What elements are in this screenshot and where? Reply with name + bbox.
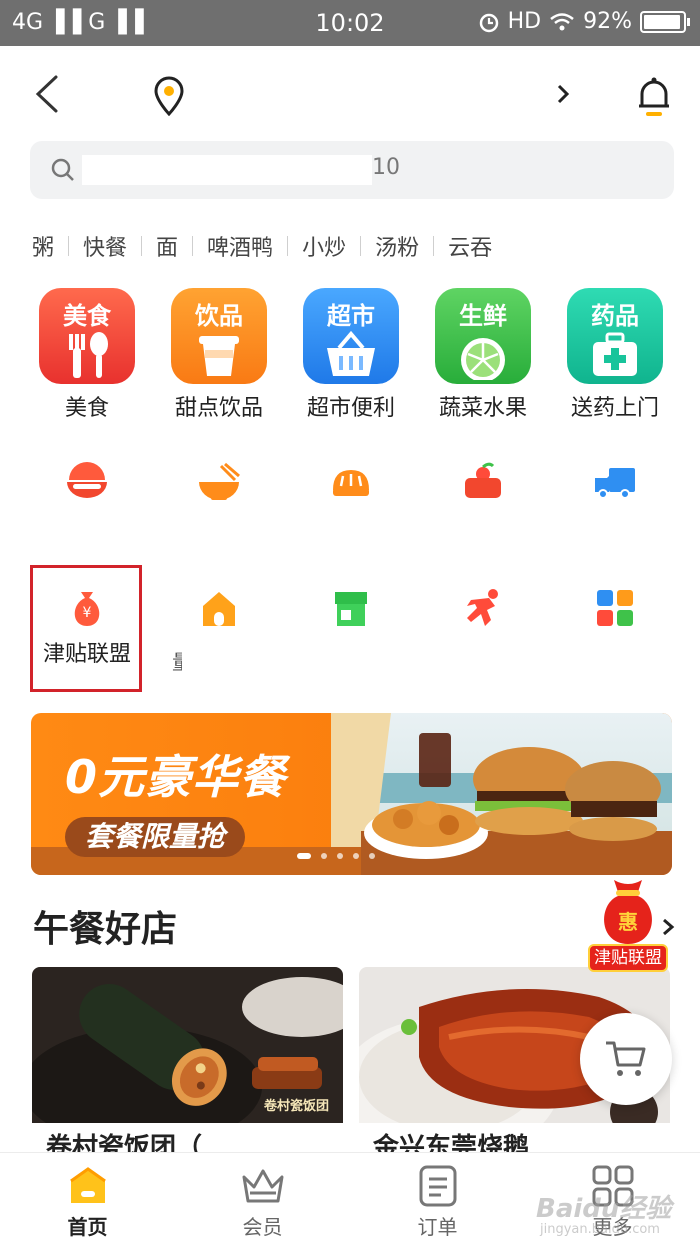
app-header <box>0 46 700 138</box>
category-label: 美食 <box>64 396 109 421</box>
search-redaction <box>82 155 372 185</box>
rice-bowl-icon <box>67 462 107 498</box>
section-title: 午餐好店 <box>33 909 178 950</box>
hot-keywords: 粥 快餐 面 啤酒鸭 小炒 汤粉 云吞 <box>0 226 700 266</box>
sub-category-item[interactable] <box>418 588 548 628</box>
keyword-chip[interactable]: 啤酒鸭 <box>193 230 287 262</box>
pagination-dot <box>337 853 343 859</box>
keyword-chip[interactable]: 小炒 <box>288 230 360 262</box>
delivery-truck-icon <box>595 468 635 499</box>
alarm-icon <box>479 13 498 32</box>
pagination-dot <box>297 853 311 859</box>
storefront-icon <box>335 592 367 626</box>
fruit-basket-icon <box>465 462 501 498</box>
tile-text: 美食 <box>63 302 111 330</box>
watermark-url: jingyan.baidu.com <box>540 1222 660 1237</box>
battery-percent: 92% <box>583 9 632 34</box>
medicine-tile: 药品 <box>567 288 663 384</box>
pagination-dot <box>353 853 359 859</box>
drinks-tile: 饮品 <box>171 288 267 384</box>
fresh-tile: 生鲜 <box>435 288 531 384</box>
noodle-bowl-icon <box>199 462 240 500</box>
allowance-alliance-badge[interactable]: 惠 津贴联盟 <box>588 878 668 972</box>
category-label: 甜点饮品 <box>174 396 263 421</box>
tile-text: 饮品 <box>195 302 243 330</box>
tab-label: 会员 <box>242 1215 283 1239</box>
grid-apps-icon <box>597 590 633 626</box>
tab-member[interactable]: 会员 <box>175 1153 350 1250</box>
banner-pagination <box>297 853 375 859</box>
chevron-right-icon[interactable] <box>553 82 573 106</box>
hd-indicator: HD <box>507 9 542 34</box>
cart-button[interactable] <box>580 1013 672 1105</box>
main-categories: 美食 美食 饮品 甜点饮品 超市 超市便利 生鲜 蔬菜水果 药品 送药上门 <box>0 288 700 428</box>
keyword-chip[interactable]: 面 <box>142 230 192 262</box>
promo-banner[interactable]: 0元豪华餐 套餐限量抢 <box>31 713 672 875</box>
keyword-chip[interactable]: 汤粉 <box>361 230 433 262</box>
cart-icon <box>606 1041 646 1076</box>
photo-caption: 卷村瓷饭团 <box>264 1099 330 1114</box>
tab-home[interactable]: 首页 <box>0 1153 175 1250</box>
highlight-box <box>30 565 142 692</box>
pagination-dot <box>321 853 327 859</box>
category-label: 蔬菜水果 <box>438 396 527 421</box>
search-placeholder: 10 <box>372 155 400 180</box>
keyword-chip[interactable]: 快餐 <box>69 230 141 262</box>
order-list-icon <box>419 1165 456 1207</box>
status-right: HD 92% <box>478 9 690 34</box>
lime-icon <box>461 338 505 380</box>
category-label: 送药上门 <box>570 396 659 421</box>
tab-label: 订单 <box>417 1215 458 1239</box>
tab-orders[interactable]: 订单 <box>350 1153 525 1250</box>
sub-category-item[interactable] <box>286 588 416 628</box>
category-drinks[interactable]: 饮品 甜点饮品 <box>154 288 284 422</box>
sub-category-item[interactable] <box>286 462 416 502</box>
food-tile: 美食 <box>39 288 135 384</box>
runner-icon <box>467 589 498 626</box>
supermarket-tile: 超市 <box>303 288 399 384</box>
back-arrow-icon[interactable] <box>30 74 64 114</box>
search-bar[interactable]: 10 <box>30 141 674 199</box>
fork-spoon-icon <box>69 332 108 378</box>
badge-top-text: 惠 <box>618 910 638 934</box>
banner-subtitle: 套餐限量抢 <box>65 817 246 857</box>
category-label: 超市便利 <box>306 396 395 421</box>
home-icon <box>69 1167 106 1203</box>
location-pin-icon[interactable] <box>152 76 186 116</box>
banner-title: 0元豪华餐 <box>65 750 287 804</box>
store-card[interactable]: 卷村瓷饭团 卷村瓷饭团（ <box>32 967 343 1157</box>
category-supermarket[interactable]: 超市 超市便利 <box>286 288 416 422</box>
sub-category-item[interactable] <box>550 588 680 628</box>
keyword-chip[interactable]: 云吞 <box>434 230 506 262</box>
sub-category-item[interactable] <box>418 462 548 502</box>
tile-text: 生鲜 <box>459 302 507 330</box>
tab-label: 首页 <box>67 1215 108 1239</box>
tile-text: 超市 <box>327 302 375 330</box>
crown-icon <box>242 1169 283 1203</box>
sub-category-row-1 <box>0 462 700 532</box>
category-fresh[interactable]: 生鲜 蔬菜水果 <box>418 288 548 422</box>
basket-icon <box>327 330 375 376</box>
cup-icon <box>199 336 239 376</box>
category-food[interactable]: 美食 美食 <box>22 288 152 422</box>
house-icon <box>203 592 235 626</box>
category-medicine[interactable]: 药品 送药上门 <box>550 288 680 422</box>
status-bar: 4G ▐▐ G ▐▐ 10:02 HD 92% <box>0 0 700 46</box>
pagination-dot <box>369 853 375 859</box>
sub-category-item[interactable] <box>154 462 284 502</box>
sub-category-item[interactable] <box>550 462 680 502</box>
tile-text: 药品 <box>591 302 639 330</box>
watermark-brand: Baidu经验 <box>536 1194 672 1224</box>
clipped-label: 量 <box>172 646 182 675</box>
keyword-chip[interactable]: 粥 <box>30 230 68 262</box>
wifi-icon <box>550 12 574 30</box>
search-icon <box>51 158 74 181</box>
medkit-icon <box>593 332 637 376</box>
sub-category-item[interactable] <box>154 588 284 628</box>
bell-icon[interactable] <box>634 74 674 118</box>
bread-icon <box>333 470 369 496</box>
battery-icon <box>640 10 690 33</box>
badge-label: 津贴联盟 <box>588 944 668 972</box>
sub-category-item[interactable] <box>22 462 152 502</box>
